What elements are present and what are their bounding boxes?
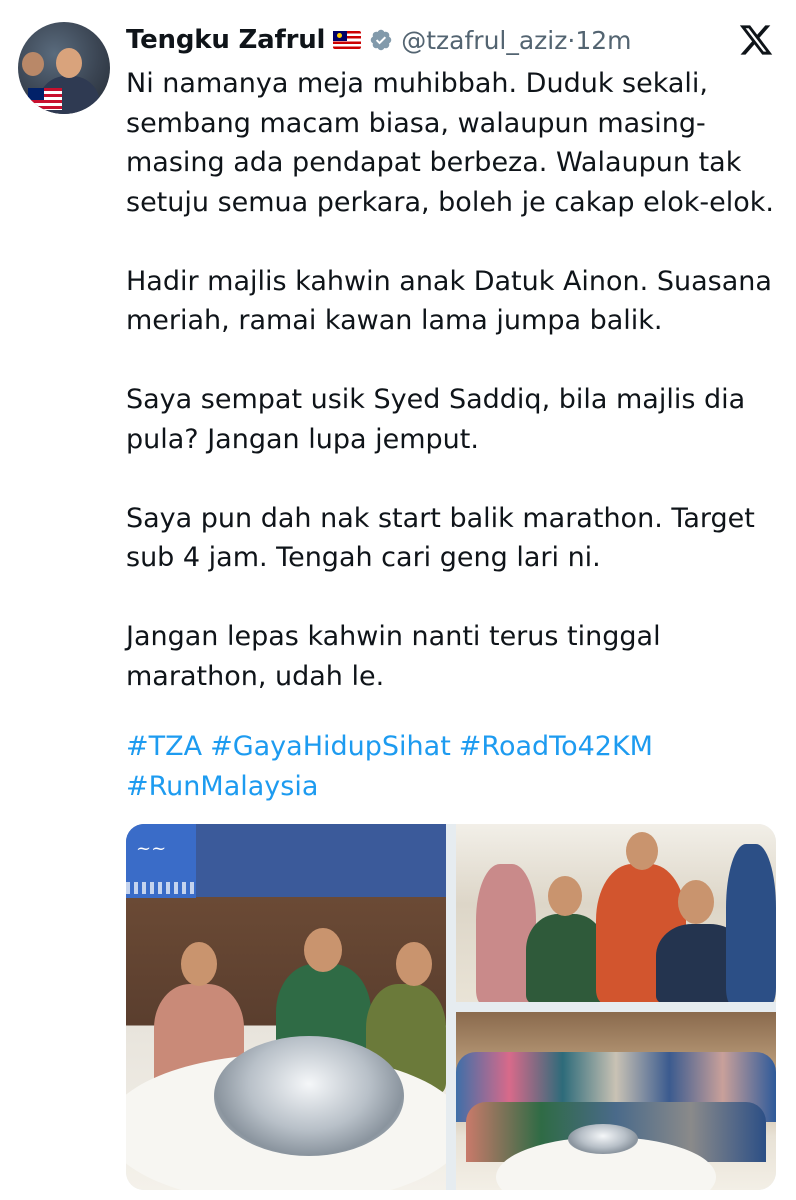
malaysia-flag-icon: [333, 31, 362, 49]
media-grid: ~~: [126, 824, 776, 1190]
author-name[interactable]: Tengku Zafrul: [126, 25, 325, 55]
hashtag-link[interactable]: #RoadTo42KM: [459, 731, 653, 762]
banner-pattern: [126, 882, 196, 894]
guest-head: [396, 942, 432, 986]
guest-figure: [526, 914, 606, 1002]
wedding-table-photo[interactable]: ~~: [126, 824, 446, 1190]
serving-tray: [568, 1124, 638, 1154]
profile-avatar[interactable]: [18, 22, 110, 114]
tweet-paragraph: Ni namanya meja muhibbah. Duduk sekali, …: [126, 68, 774, 218]
greeting-guests-photo[interactable]: [456, 824, 776, 1002]
tweet-paragraph: Saya sempat usik Syed Saddiq, bila majli…: [126, 384, 746, 455]
group-photo[interactable]: [456, 1012, 776, 1190]
hashtag-link[interactable]: #RunMalaysia: [126, 771, 318, 802]
serving-tray: [214, 1036, 404, 1156]
x-logo-icon[interactable]: [738, 22, 774, 58]
hashtag-link[interactable]: #TZA: [126, 731, 202, 762]
guest-head: [548, 876, 582, 916]
event-banner: ~~: [126, 824, 196, 898]
verified-badge-icon: [371, 29, 392, 51]
hashtag-list: #TZA #GayaHidupSihat #RoadTo42KM #RunMalay…: [126, 727, 786, 806]
hashtag-link[interactable]: #GayaHidupSihat: [210, 731, 451, 762]
tweet-timestamp[interactable]: 12m: [575, 26, 631, 55]
guest-figure: [726, 844, 776, 1002]
tweet-paragraph: Jangan lepas kahwin nanti terus tinggal …: [126, 621, 661, 692]
guest-head: [304, 928, 342, 972]
separator-dot: ·: [567, 25, 576, 55]
banner-signature: ~~: [136, 838, 167, 859]
avatar-face: [56, 48, 82, 78]
tweet-header: Tengku Zafrul @tzafrul_aziz · 12m: [126, 20, 632, 60]
avatar-flag: [28, 88, 62, 110]
author-handle[interactable]: @tzafrul_aziz: [401, 26, 567, 55]
tweet-paragraph: Hadir majlis kahwin anak Datuk Ainon. Su…: [126, 265, 772, 337]
tweet-paragraph: Saya pun dah nak start balik marathon. T…: [126, 502, 755, 574]
tweet-body: Ni namanya meja muhibbah. Duduk sekali, …: [126, 64, 786, 696]
guest-head: [678, 880, 714, 924]
guest-head: [626, 832, 658, 870]
guest-head: [181, 942, 217, 986]
avatar-background-person: [22, 52, 44, 76]
